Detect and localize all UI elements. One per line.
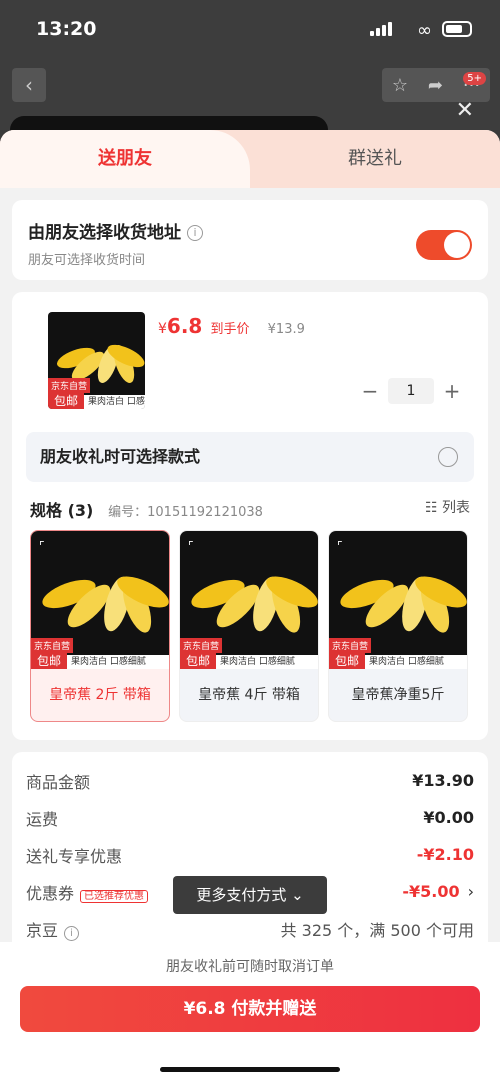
info-icon[interactable]: i (187, 225, 203, 241)
list-icon: ☷ (424, 500, 442, 516)
address-toggle[interactable] (416, 230, 472, 260)
expand-icon: ⌜ (337, 539, 343, 553)
home-indicator (160, 1067, 340, 1072)
signal-icon (370, 22, 392, 36)
gift-sheet: 送朋友 群送礼 由朋友选择收货地址 i 朋友可选择收货时间 京东自营 包邮 果肉洁… (0, 130, 500, 1082)
price-row: ¥6.8 到手价 ¥13.9 (158, 314, 305, 338)
expand-icon: ⌜ (39, 539, 45, 553)
choose-style-option[interactable]: 朋友收礼时可选择款式 (26, 432, 474, 482)
minus-button[interactable]: − (360, 379, 380, 403)
spec-option[interactable]: ⌜ 京东自营 包邮 果肉洁白 口感细腻 皇帝蕉净重5斤 (328, 530, 468, 722)
pay-and-gift-button[interactable]: ¥6.8 付款并赠送 (20, 986, 480, 1032)
spec-label: 皇帝蕉 2斤 带箱 (49, 687, 151, 703)
status-time: 13:20 (36, 18, 97, 40)
tab-send-friend[interactable]: 送朋友 (0, 130, 250, 188)
spec-header: 规格 (3) 编号：10151192121038 ☷ 列表 (30, 497, 470, 521)
spec-image: ⌜ 京东自营 包邮 果肉洁白 口感细腻 (31, 531, 169, 669)
quantity-stepper: − 1 + (360, 378, 462, 404)
spec-image: ⌜ 京东自营 包邮 果肉洁白 口感细腻 (180, 531, 318, 669)
shipping-row: 运费 ¥0.00 (26, 808, 474, 829)
address-card: 由朋友选择收货地址 i 朋友可选择收货时间 (12, 200, 488, 280)
cancel-notice: 朋友收礼前可随时取消订单 (166, 959, 334, 975)
status-bar: 13:20 ∞ (0, 0, 500, 60)
price-label: 到手价 (210, 322, 250, 337)
product-image: 京东自营 包邮 果肉洁白 口感细腻 (48, 312, 145, 409)
summary-card: 商品金额 ¥13.90 运费 ¥0.00 送礼专享优惠 -¥2.10 优惠券 已选推荐优… (12, 752, 488, 962)
battery-icon (442, 21, 472, 37)
back-icon[interactable]: ‹ (12, 68, 46, 102)
star-icon[interactable]: ☆ (392, 75, 408, 96)
spec-option[interactable]: ⌜ 京东自营 包邮 果肉洁白 口感细腻 皇帝蕉 2斤 带箱 (30, 530, 170, 722)
spec-label: 皇帝蕉净重5斤 (351, 687, 445, 703)
spec-label: 皇帝蕉 4斤 带箱 (198, 687, 300, 703)
list-view-button[interactable]: ☷ 列表 (425, 497, 470, 517)
spec-option[interactable]: ⌜ 京东自营 包邮 果肉洁白 口感细腻 皇帝蕉 4斤 带箱 (179, 530, 319, 722)
info-icon[interactable]: i (64, 925, 80, 941)
share-icon[interactable]: ➦ (428, 75, 443, 96)
spec-title: 规格 (3) (30, 501, 94, 520)
spec-image: ⌜ 京东自营 包邮 果肉洁白 口感细腻 (329, 531, 467, 669)
more-payment-tooltip[interactable]: 更多支付方式 ⌄ (173, 876, 327, 914)
quantity-value[interactable]: 1 (388, 378, 434, 404)
goods-amount-row: 商品金额 ¥13.90 (26, 771, 474, 792)
chevron-right-icon: › (467, 882, 474, 901)
tabs: 送朋友 群送礼 (0, 130, 500, 188)
final-price: ¥6.8 (158, 314, 203, 338)
footer: 朋友收礼前可随时取消订单 ¥6.8 付款并赠送 (0, 942, 500, 1082)
spec-code: 编号：10151192121038 (108, 505, 263, 520)
product-card: 京东自营 包邮 果肉洁白 口感细腻 ¥6.8 到手价 ¥13.9 − 1 + 朋… (12, 292, 488, 740)
address-subtitle: 朋友可选择收货时间 (28, 253, 146, 268)
plus-button[interactable]: + (442, 379, 462, 403)
nav-actions: ☆ ➦ ··· 5+ (382, 68, 490, 102)
address-title: 由朋友选择收货地址 i (28, 218, 472, 243)
link-icon: ∞ (417, 20, 432, 41)
expand-icon: ⌜ (188, 539, 194, 553)
close-icon[interactable]: ✕ (456, 98, 474, 123)
original-price: ¥13.9 (267, 322, 305, 337)
tab-group-gift[interactable]: 群送礼 (250, 130, 500, 188)
coupon-tag: 已选推荐优惠 (80, 889, 149, 903)
spec-options: ⌜ 京东自营 包邮 果肉洁白 口感细腻 皇帝蕉 2斤 带箱 ⌜ 京东自营 包邮 … (30, 530, 474, 722)
radio-button[interactable] (438, 447, 458, 467)
gift-discount-row: 送礼专享优惠 -¥2.10 (26, 845, 474, 866)
message-badge: 5+ (463, 72, 486, 85)
